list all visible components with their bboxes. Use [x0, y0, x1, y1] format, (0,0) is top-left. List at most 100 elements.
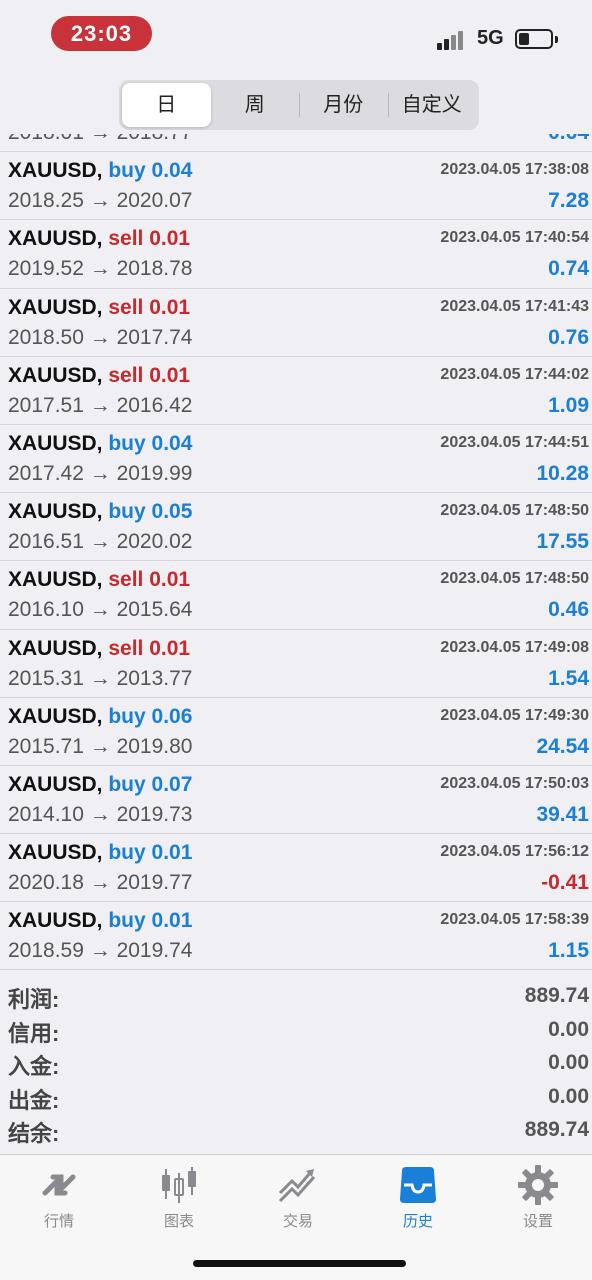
table-row[interactable]: XAUUSD, sell 0.01 2023.04.05 17:49:08 2015… [0, 630, 592, 698]
trade-time: 2023.04.05 17:40:54 [440, 229, 589, 247]
trade-title: XAUUSD, sell 0.01 [8, 227, 190, 251]
trade-time: 2023.04.05 17:38:08 [440, 161, 589, 179]
trade-prices: 2018.59 → 2019.74 [8, 939, 193, 963]
tab-label: 历史 [402, 1213, 433, 1230]
trade-profit: 1.54 [548, 666, 589, 690]
trade-profit: 0.46 [548, 598, 589, 622]
summary-label: 信用: [8, 1020, 60, 1046]
table-row[interactable]: XAUUSD, buy 0.07 2023.04.05 17:50:03 2014.… [0, 766, 592, 835]
tab-trade[interactable]: 交易 [248, 1163, 348, 1231]
table-row[interactable]: XAUUSD, buy 0.04 2023.04.05 17:38:08 2018.… [0, 152, 592, 221]
tab-settings[interactable]: 设置 [488, 1163, 588, 1231]
trade-side-volume: sell 0.01 [108, 568, 191, 592]
trade-prices: 2017.42 → 2019.99 [8, 461, 193, 485]
tab-label: 图表 [163, 1213, 194, 1230]
trade-prices: 2020.18 → 2019.77 [8, 871, 193, 895]
trade-symbol: XAUUSD, [8, 500, 103, 524]
trade-prices: 2015.71 → 2019.80 [8, 734, 193, 758]
summary-label: 出金: [8, 1087, 60, 1113]
trade-time: 2023.04.05 17:49:08 [440, 638, 589, 656]
history-inbox-icon [400, 1167, 436, 1203]
table-row[interactable]: XAUUSD, buy 0.01 2023.04.05 17:56:12 2020.… [0, 834, 592, 903]
trade-symbol: XAUUSD, [8, 363, 103, 387]
summary-row: 利润: 889.74 [0, 980, 592, 1014]
trade-side-volume: sell 0.01 [108, 227, 191, 251]
quotes-arrows-icon [42, 1174, 76, 1196]
trade-profit: 24.54 [536, 734, 589, 758]
table-row[interactable]: XAUUSD, sell 0.01 2023.04.05 17:44:02 2017… [0, 357, 592, 425]
summary-value: 0.00 [548, 1017, 589, 1041]
trade-title: XAUUSD, sell 0.01 [8, 637, 190, 661]
trade-profit: -0.41 [541, 871, 589, 895]
trade-prices: 2018.50 → 2017.74 [8, 325, 193, 349]
tab-chart[interactable]: 图表 [129, 1163, 229, 1231]
table-row[interactable]: XAUUSD, buy 0.01 2023.04.05 17:58:39 2018.… [0, 902, 592, 971]
trade-side-volume: buy 0.07 [108, 772, 193, 796]
trade-prices: 2016.10 → 2015.64 [8, 598, 193, 622]
trade-profit: 0.64 [548, 134, 589, 145]
trade-side-volume: buy 0.04 [108, 159, 193, 183]
segment-month[interactable]: 月份 [299, 83, 388, 127]
summary-label: 入金: [8, 1054, 60, 1079]
summary-row: 出金: 0.00 [0, 1081, 592, 1115]
trade-profit: 7.28 [548, 189, 589, 213]
trade-profit: 0.74 [548, 257, 589, 281]
summary-value: 0.00 [548, 1084, 589, 1108]
table-row[interactable]: XAUUSD, buy 0.05 2023.04.05 17:48:50 2016.… [0, 493, 592, 562]
trade-symbol: XAUUSD, [8, 227, 103, 251]
trade-title: XAUUSD, sell 0.01 [8, 568, 190, 592]
period-segmented-control: 日 周 月份 自定义 [119, 80, 479, 130]
segment-custom[interactable]: 自定义 [387, 83, 477, 127]
table-row-partial[interactable]: 2018.01 → 2018.77 0.64 [0, 134, 592, 153]
period-selector-bar: 日 周 月份 自定义 [0, 72, 592, 134]
trade-prices: 2014.10 → 2019.73 [8, 802, 193, 826]
trade-side-volume: sell 0.01 [108, 636, 191, 660]
trade-prices: 2017.51 → 2016.42 [8, 393, 193, 417]
status-time[interactable]: 23:03 [51, 16, 152, 51]
trade-side-volume: buy 0.04 [108, 431, 193, 455]
trade-profit: 1.09 [548, 393, 589, 417]
home-indicator[interactable] [193, 1260, 406, 1267]
table-row[interactable]: XAUUSD, buy 0.04 2023.04.05 17:44:51 2017.… [0, 425, 592, 494]
tab-history[interactable]: 历史 [368, 1163, 468, 1231]
segment-week[interactable]: 周 [211, 83, 300, 127]
trade-profit: 1.15 [548, 939, 589, 963]
summary-value: 889.74 [524, 1118, 589, 1141]
trade-side-volume: buy 0.01 [108, 909, 193, 933]
trade-title: XAUUSD, buy 0.06 [8, 705, 192, 729]
trade-time: 2023.04.05 17:48:50 [440, 502, 589, 520]
battery-icon [515, 29, 558, 49]
trade-symbol: XAUUSD, [8, 909, 103, 933]
trade-side-volume: buy 0.06 [108, 704, 193, 728]
trade-profit: 0.76 [548, 325, 589, 349]
trade-symbol: XAUUSD, [8, 704, 103, 728]
summary-row: 信用: 0.00 [0, 1014, 592, 1048]
trade-side-volume: sell 0.01 [108, 295, 191, 319]
table-row[interactable]: XAUUSD, buy 0.06 2023.04.05 17:49:30 2015.… [0, 698, 592, 766]
trade-symbol: XAUUSD, [8, 772, 103, 796]
trade-time: 2023.04.05 17:41:43 [440, 297, 589, 315]
table-row[interactable]: XAUUSD, sell 0.01 2023.04.05 17:41:43 2018… [0, 289, 592, 357]
account-summary: 利润: 889.74 信用: 0.00 入金: 0.00 出金: 0.00 结余: 889.74 [0, 980, 592, 1148]
trade-profit: 39.41 [536, 802, 589, 826]
tab-label: 设置 [522, 1213, 553, 1230]
trade-time: 2023.04.05 17:50:03 [440, 774, 589, 792]
trade-symbol: XAUUSD, [8, 568, 103, 592]
table-row[interactable]: XAUUSD, sell 0.01 2023.04.05 17:40:54 2019… [0, 220, 592, 289]
tab-quotes[interactable]: 行情 [9, 1163, 109, 1231]
summary-row: 结余: 889.74 [0, 1114, 592, 1148]
trade-symbol: XAUUSD, [8, 636, 103, 660]
trade-title: XAUUSD, buy 0.05 [8, 500, 192, 524]
trade-title: XAUUSD, buy 0.01 [8, 841, 192, 865]
trade-time: 2023.04.05 17:49:30 [440, 706, 589, 724]
trade-symbol: XAUUSD, [8, 431, 103, 455]
summary-label: 结余: [8, 1121, 60, 1146]
segment-day[interactable]: 日 [122, 83, 211, 127]
tab-label: 交易 [282, 1213, 313, 1230]
trade-symbol: XAUUSD, [8, 295, 103, 319]
trade-title: XAUUSD, buy 0.01 [8, 909, 192, 933]
table-row[interactable]: XAUUSD, sell 0.01 2023.04.05 17:48:50 2016… [0, 561, 592, 630]
cellular-signal-icon [437, 30, 469, 50]
trade-profit: 17.55 [536, 530, 589, 554]
trade-title: XAUUSD, sell 0.01 [8, 364, 190, 388]
